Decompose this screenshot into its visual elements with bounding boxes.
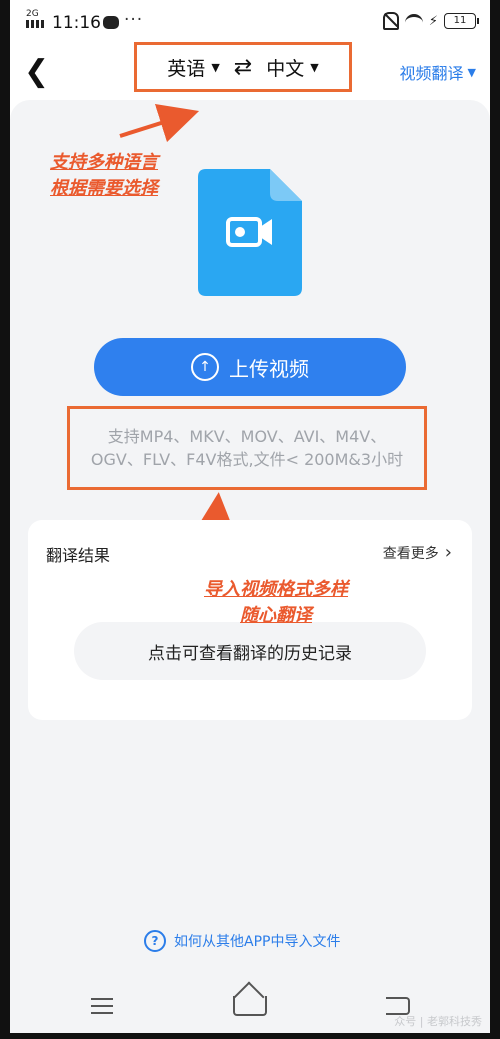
upload-arrow-icon: ↑ <box>191 353 219 381</box>
view-more-label: 查看更多 <box>382 545 439 562</box>
charging-icon: ⚡ <box>428 13 438 29</box>
watermark: 众号 | 老郭科技秀 <box>394 1015 482 1028</box>
signal-indicator: 2G <box>26 10 44 28</box>
battery-icon: 11 <box>444 13 479 29</box>
arrow-to-language-selector <box>119 103 200 143</box>
mode-label: 视频翻译 <box>399 64 464 83</box>
recent-apps-button[interactable] <box>72 988 132 1024</box>
caret-down-icon: ▼ <box>211 60 220 74</box>
more-notifications-icon: ··· <box>124 10 144 30</box>
upload-video-button[interactable]: ↑ 上传视频 <box>94 338 406 396</box>
menu-icon <box>91 998 113 1014</box>
mode-dropdown[interactable]: 视频翻译 ▼ <box>400 60 476 84</box>
annotation-line: 导入视频格式多样 <box>204 579 348 600</box>
source-language-label: 英语 <box>167 57 206 80</box>
network-label: 2G <box>26 9 39 19</box>
home-button[interactable] <box>220 988 280 1024</box>
target-language-dropdown[interactable]: 中文 ▼ <box>266 54 318 81</box>
mute-bell-icon <box>382 12 399 30</box>
annotation-formats: 导入视频格式多样 随心翻译 <box>204 577 348 629</box>
annotation-line: 根据需要选择 <box>50 178 158 199</box>
caret-down-icon: ▼ <box>467 65 476 79</box>
supported-formats-text: 支持MP4、MKV、MOV、AVI、M4V、OGV、FLV、F4V格式,文件< … <box>90 427 404 469</box>
annotation-languages: 支持多种语言 根据需要选择 <box>50 150 158 202</box>
home-icon <box>233 996 267 1016</box>
status-right: ⚡ 11 <box>382 12 479 30</box>
chevron-right-icon: › <box>444 542 452 563</box>
source-language-dropdown[interactable]: 英语 ▼ <box>167 54 219 81</box>
supported-formats: 支持MP4、MKV、MOV、AVI、M4V、OGV、FLV、F4V格式,文件< … <box>67 406 427 490</box>
history-button[interactable]: 点击可查看翻译的历史记录 <box>74 622 426 680</box>
caret-down-icon: ▼ <box>310 60 319 74</box>
upload-button-label: 上传视频 <box>229 356 309 381</box>
app-notification-icon <box>103 16 119 29</box>
view-more-link[interactable]: 查看更多 › <box>383 542 452 563</box>
system-nav-bar: 众号 | 老郭科技秀 <box>10 980 490 1033</box>
result-title: 翻译结果 <box>46 546 111 565</box>
main-content: 支持多种语言 根据需要选择 ↑ 上传视频 支持MP4、MKV、MOV、AVI、M… <box>10 100 490 980</box>
annotation-line: 支持多种语言 <box>50 152 158 173</box>
target-language-label: 中文 <box>266 57 305 80</box>
back-icon[interactable]: ❮ <box>24 54 54 90</box>
wifi-icon <box>404 13 423 29</box>
video-file-icon <box>198 169 302 296</box>
annotation-line: 随心翻译 <box>240 605 312 626</box>
question-icon: ? <box>144 930 166 952</box>
signal-bars-icon <box>26 20 44 28</box>
import-help-label: 如何从其他APP中导入文件 <box>174 934 341 950</box>
app-header: ❮ 英语 ▼ ⇄ 中文 ▼ 视频翻译 ▼ <box>10 42 490 100</box>
history-label: 点击可查看翻译的历史记录 <box>148 643 352 664</box>
clock: 11:16 <box>52 13 101 33</box>
import-help-link[interactable]: ? 如何从其他APP中导入文件 <box>144 930 340 952</box>
language-selector: 英语 ▼ ⇄ 中文 ▼ <box>134 42 352 92</box>
status-bar: 2G 11:16 ··· ⚡ 11 <box>10 0 490 46</box>
phone-screen: 2G 11:16 ··· ⚡ 11 ❮ 英语 ▼ ⇄ 中文 ▼ 视频翻译 ▼ 支… <box>10 0 490 1033</box>
swap-languages-icon[interactable]: ⇄ <box>234 55 252 80</box>
